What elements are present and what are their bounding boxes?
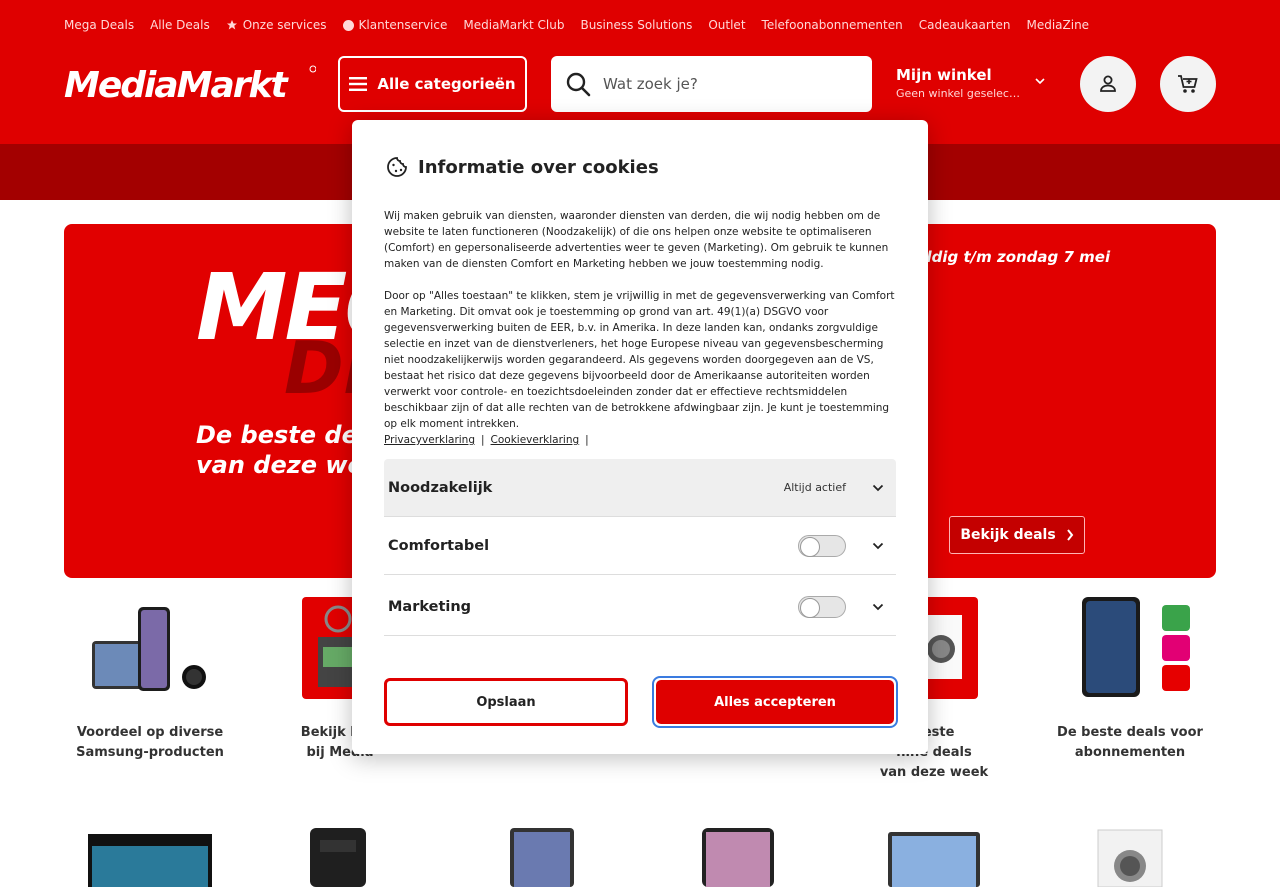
star-icon — [226, 20, 237, 30]
svg-text:MediaMarkt: MediaMarkt — [64, 65, 289, 104]
chevron-down-icon[interactable] — [872, 484, 884, 492]
logo-graphic: MediaMarkt — [64, 65, 317, 106]
marketing-toggle[interactable] — [798, 595, 846, 618]
topnav-mega-deals[interactable]: Mega Deals — [64, 18, 134, 32]
cookie-section-comfort[interactable]: Comfortabel — [384, 517, 896, 575]
product-coffee-machine-image[interactable] — [276, 826, 400, 887]
tile-subscriptions[interactable]: De beste deals voor abonnementen — [1044, 597, 1216, 763]
account-button[interactable] — [1080, 56, 1136, 112]
topnav-onze-services[interactable]: Onze services — [226, 18, 327, 32]
view-deals-button[interactable]: Bekijk deals — [949, 516, 1085, 554]
topnav-klantenservice[interactable]: Klantenservice — [342, 18, 447, 32]
product-tv-image[interactable] — [88, 826, 212, 887]
chevron-down-icon — [1035, 78, 1045, 85]
product-tablet-image[interactable] — [480, 826, 604, 887]
cookie-intro-text: Wij maken gebruik van diensten, waaronde… — [384, 210, 889, 270]
tile-label: De beste deals voor abonnementen — [1057, 725, 1203, 760]
samsung-devices-image — [88, 597, 212, 699]
info-dot-icon — [342, 19, 354, 31]
my-store-selector[interactable]: Mijn winkel Geen winkel geselecteerd — [896, 66, 1056, 100]
store-title: Mijn winkel — [896, 66, 992, 84]
privacy-statement-link[interactable]: Privacyverklaring — [384, 432, 475, 448]
cookie-icon — [387, 157, 407, 177]
tile-samsung[interactable]: Voordeel op diverse Samsung-producten — [64, 597, 236, 763]
always-active-label: Altijd actief — [783, 481, 846, 494]
accept-all-button[interactable]: Alles accepteren — [652, 676, 898, 728]
cookie-consent-dialog: Informatie over cookies Wij maken gebrui… — [352, 120, 928, 754]
topnav-cadeaukaarten[interactable]: Cadeaukaarten — [919, 18, 1011, 32]
top-navigation: Mega Deals Alle Deals Onze services Klan… — [64, 16, 1089, 34]
cookie-consent-text: Door op "Alles toestaan" te klikken, ste… — [384, 290, 895, 430]
comfort-toggle[interactable] — [798, 534, 846, 557]
mediamarkt-logo[interactable]: MediaMarkt — [64, 64, 317, 106]
chevron-down-icon[interactable] — [872, 542, 884, 550]
search-input[interactable] — [603, 75, 843, 93]
product-laptop-image[interactable] — [872, 826, 996, 887]
topnav-telefoonabonnementen[interactable]: Telefoonabonnementen — [762, 18, 903, 32]
topnav-outlet[interactable]: Outlet — [708, 18, 745, 32]
topnav-mediazine[interactable]: MediaZine — [1026, 18, 1089, 32]
store-subtitle: Geen winkel geselecteerd — [896, 87, 1021, 100]
tile-label: Voordeel op diverse Samsung-producten — [76, 725, 224, 760]
topnav-alle-deals[interactable]: Alle Deals — [150, 18, 210, 32]
topnav-mediamarkt-club[interactable]: MediaMarkt Club — [463, 18, 564, 32]
cookie-links: Privacyverklaring | Cookieverklaring | — [384, 432, 589, 448]
product-washing-machine-image[interactable] — [1068, 826, 1192, 887]
cart-icon — [1178, 75, 1198, 93]
cookie-section-necessary[interactable]: Noodzakelijk Altijd actief — [384, 459, 896, 517]
cart-button[interactable] — [1160, 56, 1216, 112]
hamburger-icon — [349, 77, 368, 91]
all-categories-button[interactable]: Alle categorieën — [338, 56, 527, 112]
topnav-business-solutions[interactable]: Business Solutions — [580, 18, 692, 32]
chevron-down-icon[interactable] — [872, 603, 884, 611]
hero-validity: Geldig t/m zondag 7 mei — [904, 248, 1111, 266]
product-smartphone-image[interactable] — [676, 826, 800, 887]
search-box[interactable] — [551, 56, 872, 112]
chevron-right-icon — [1066, 529, 1073, 541]
subscriptions-image — [1068, 597, 1192, 699]
cookie-statement-link[interactable]: Cookieverklaring — [491, 432, 580, 448]
user-icon — [1100, 75, 1116, 92]
cookie-section-marketing[interactable]: Marketing — [384, 578, 896, 636]
cookie-dialog-title: Informatie over cookies — [386, 156, 659, 178]
search-icon[interactable] — [565, 71, 591, 97]
save-button[interactable]: Opslaan — [384, 678, 628, 726]
